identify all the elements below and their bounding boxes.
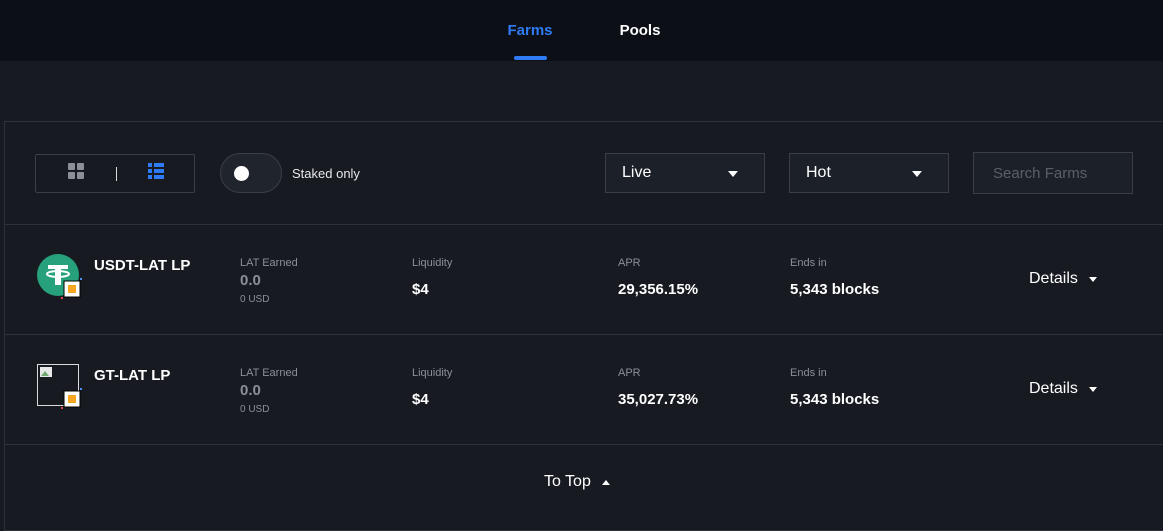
liquidity-value: $4 xyxy=(412,391,429,408)
switch-knob xyxy=(234,166,249,181)
earned-label: LAT Earned xyxy=(240,257,298,269)
earned-value: 0.0 xyxy=(240,382,261,399)
grid-view-button[interactable] xyxy=(36,155,116,192)
grid-icon xyxy=(68,163,84,184)
chevron-down-icon xyxy=(912,171,922,177)
chevron-up-icon xyxy=(601,479,610,485)
ends-in-label: Ends in xyxy=(790,367,827,379)
details-label: Details xyxy=(1029,270,1078,287)
chevron-down-icon xyxy=(1088,386,1097,392)
apr-label: APR xyxy=(618,367,641,379)
ends-in-label: Ends in xyxy=(790,257,827,269)
farm-pair-name: USDT-LAT LP xyxy=(94,257,191,274)
ends-in-value: 5,343 blocks xyxy=(790,391,880,408)
tab-farms[interactable]: Farms xyxy=(505,0,555,61)
status-select-value: Live xyxy=(622,164,652,181)
filter-bar: Staked only Live Hot xyxy=(5,122,1163,225)
farm-pair-name: GT-LAT LP xyxy=(94,367,171,384)
earned-usd: 0 USD xyxy=(240,404,270,415)
sort-select[interactable]: Hot xyxy=(789,153,949,193)
farm-row: USDT-LAT LP LAT Earned 0.0 0 USD Liquidi… xyxy=(5,225,1163,335)
liquidity-value: $4 xyxy=(412,281,429,298)
status-select[interactable]: Live xyxy=(605,153,765,193)
ends-in-value: 5,343 blocks xyxy=(790,281,880,298)
staked-only-switch[interactable] xyxy=(220,153,282,193)
liquidity-label: Liquidity xyxy=(412,367,453,379)
staked-only-label: Staked only xyxy=(292,166,360,181)
apr-label: APR xyxy=(618,257,641,269)
apr-value: 29,356.15% xyxy=(618,281,699,298)
to-top-label: To Top xyxy=(544,473,591,490)
list-icon xyxy=(148,163,164,184)
details-toggle[interactable]: Details xyxy=(1029,270,1097,288)
chevron-down-icon xyxy=(1088,276,1097,282)
tab-pools[interactable]: Pools xyxy=(614,0,666,61)
details-label: Details xyxy=(1029,380,1078,397)
apr-value: 35,027.73% xyxy=(618,391,699,408)
active-tab-indicator xyxy=(514,56,547,60)
farm-row: GT-LAT LP LAT Earned 0.0 0 USD Liquidity… xyxy=(5,335,1163,445)
details-toggle[interactable]: Details xyxy=(1029,380,1097,398)
chevron-down-icon xyxy=(728,171,738,177)
top-nav: Farms Pools xyxy=(0,0,1163,61)
list-view-button[interactable] xyxy=(116,155,196,192)
farms-panel: Staked only Live Hot USDT-LAT LP xyxy=(4,121,1163,531)
search-input[interactable] xyxy=(973,152,1133,194)
liquidity-label: Liquidity xyxy=(412,257,453,269)
to-top-button[interactable]: To Top xyxy=(544,473,610,491)
view-mode-toggle xyxy=(35,154,195,193)
earned-label: LAT Earned xyxy=(240,367,298,379)
earned-value: 0.0 xyxy=(240,272,261,289)
earned-usd: 0 USD xyxy=(240,294,270,305)
broken-image-icon xyxy=(37,364,83,410)
sort-select-value: Hot xyxy=(806,164,831,181)
usdt-token-icon xyxy=(37,254,83,300)
